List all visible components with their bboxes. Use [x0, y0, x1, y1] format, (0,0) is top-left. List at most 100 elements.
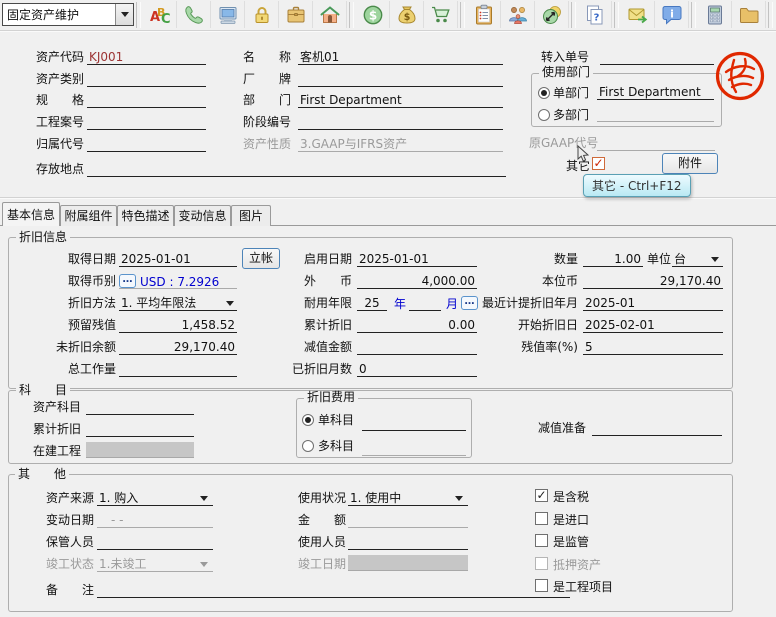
tab-components[interactable]: 附属组件: [60, 205, 117, 226]
location-input[interactable]: [87, 161, 506, 177]
is-tax-included-checkbox[interactable]: ✓: [535, 489, 548, 502]
use-department-title: 使用部门: [539, 66, 593, 79]
salvage-rate-input[interactable]: 5: [583, 339, 723, 355]
clipboard-icon[interactable]: [467, 1, 501, 28]
project-case-input[interactable]: [87, 114, 206, 130]
user-input[interactable]: [348, 534, 468, 550]
depr-start-date-input[interactable]: 2025-02-01: [583, 317, 723, 333]
svg-text:?: ?: [593, 12, 599, 23]
single-department-input[interactable]: First Department: [597, 84, 714, 100]
module-selector[interactable]: 固定资产维护: [2, 3, 134, 26]
attachment-button[interactable]: 附件: [662, 153, 718, 174]
asset-code-input[interactable]: KJ001: [87, 49, 206, 65]
tooltip: 其它 - Ctrl+F12: [583, 174, 691, 197]
multi-department-radio[interactable]: [538, 109, 550, 121]
usage-status-select[interactable]: 1. 使用中: [348, 490, 468, 506]
transfer-icon[interactable]: [535, 1, 569, 28]
undepreciated-balance-input[interactable]: 29,170.40: [119, 339, 237, 355]
calculator-icon[interactable]: [698, 1, 732, 28]
transfer-no-input[interactable]: [600, 49, 714, 65]
name-input[interactable]: 客机01: [298, 49, 503, 65]
is-supervised-checkbox[interactable]: [535, 534, 548, 547]
impairment-amount-input[interactable]: [357, 339, 477, 355]
useful-life-months-input[interactable]: [409, 295, 441, 311]
users-icon[interactable]: [501, 1, 535, 28]
multi-account-radio[interactable]: [302, 440, 314, 452]
dollar-coin-icon[interactable]: $: [356, 1, 390, 28]
amount-input: [348, 512, 468, 528]
total-workload-input[interactable]: [119, 361, 237, 377]
acquire-date-input[interactable]: 2025-01-01: [119, 251, 237, 267]
unit-dropdown-arrow[interactable]: [711, 257, 719, 262]
spellcheck-icon[interactable]: A B C: [143, 1, 177, 28]
is-imported-checkbox[interactable]: [535, 512, 548, 525]
useful-life-lookup-button[interactable]: …: [461, 296, 478, 310]
single-account-radio[interactable]: [302, 414, 314, 426]
department-input[interactable]: First Department: [298, 92, 503, 108]
accum-depreciation-input[interactable]: 0.00: [357, 317, 477, 333]
home-icon[interactable]: [313, 1, 347, 28]
brand-input[interactable]: [298, 71, 503, 87]
spec-input[interactable]: [87, 92, 206, 108]
help-document-icon[interactable]: ?: [578, 1, 612, 28]
depr-method-select[interactable]: 1. 平均年限法: [119, 295, 237, 311]
asset-nature-input: 3.GAAP与IFRS资产: [298, 136, 503, 152]
change-date-input: - -: [97, 512, 213, 528]
total-workload-label: 总工作量: [38, 362, 116, 376]
quantity-label: 数量: [482, 252, 578, 266]
depr-method-dropdown-arrow[interactable]: [226, 301, 234, 306]
asset-source-dropdown-arrow[interactable]: [200, 496, 208, 501]
completion-date-label: 竣工日期: [298, 557, 346, 571]
multi-account-label: 多科目: [318, 439, 354, 453]
custodian-input[interactable]: [97, 534, 213, 550]
svg-text:$: $: [368, 8, 376, 22]
project-case-label: 工程案号: [36, 115, 84, 129]
tab-pictures[interactable]: 图片: [231, 205, 271, 226]
useful-life-years-input[interactable]: 25: [357, 295, 387, 311]
tab-changes[interactable]: 变动信息: [174, 205, 231, 226]
toolbar-separator: [571, 2, 576, 28]
reserved-salvage-input[interactable]: 1,458.52: [119, 317, 237, 333]
last-depr-ym-input[interactable]: 2025-01: [583, 295, 723, 311]
remark-input[interactable]: [97, 582, 570, 598]
tab-basic-info[interactable]: 基本信息: [2, 202, 60, 226]
svg-text:$: $: [403, 12, 410, 23]
stage-no-label: 阶段编号: [243, 115, 291, 129]
lock-icon[interactable]: [245, 1, 279, 28]
base-currency-input[interactable]: 29,170.40: [583, 273, 723, 289]
shopping-cart-icon[interactable]: [424, 1, 458, 28]
asset-source-select[interactable]: 1. 购入: [97, 490, 213, 506]
is-tax-included-label: 是含税: [553, 490, 589, 504]
tab-description[interactable]: 特色描述: [117, 205, 174, 226]
foreign-currency-input[interactable]: 4,000.00: [357, 273, 477, 289]
quantity-input[interactable]: 1.00: [583, 251, 643, 267]
other-checkbox[interactable]: ✓: [592, 157, 605, 170]
module-selector-dropdown-button[interactable]: [115, 4, 133, 25]
send-mail-icon[interactable]: [621, 1, 655, 28]
single-department-radio[interactable]: [538, 87, 550, 99]
change-date-label: 变动日期: [46, 513, 94, 527]
asset-account-input[interactable]: [86, 399, 194, 415]
belong-code-input[interactable]: [87, 136, 206, 152]
folder-icon[interactable]: [732, 1, 766, 28]
enable-date-input[interactable]: 2025-01-01: [357, 251, 477, 267]
post-account-button[interactable]: 立帐: [242, 248, 280, 269]
depreciated-months-input[interactable]: 0: [357, 361, 477, 377]
other-title: 其 他: [15, 468, 69, 481]
user-label: 使用人员: [298, 535, 346, 549]
money-bag-icon[interactable]: $: [390, 1, 424, 28]
single-account-input[interactable]: [362, 415, 466, 431]
phone-icon[interactable]: [177, 1, 211, 28]
stage-no-input[interactable]: [298, 114, 503, 130]
info-icon[interactable]: i: [655, 1, 689, 28]
is-project-label: 是工程项目: [553, 580, 613, 594]
asset-category-input[interactable]: [87, 71, 206, 87]
usage-status-dropdown-arrow[interactable]: [455, 496, 463, 501]
impairment-reserve-input[interactable]: [592, 420, 722, 436]
accum-depr-account-input[interactable]: [86, 421, 194, 437]
briefcase-icon[interactable]: [279, 1, 313, 28]
computer-icon[interactable]: [211, 1, 245, 28]
salvage-rate-label: 残值率(%): [482, 340, 578, 354]
currency-lookup-button[interactable]: …: [119, 274, 136, 288]
is-project-checkbox[interactable]: [535, 579, 548, 592]
